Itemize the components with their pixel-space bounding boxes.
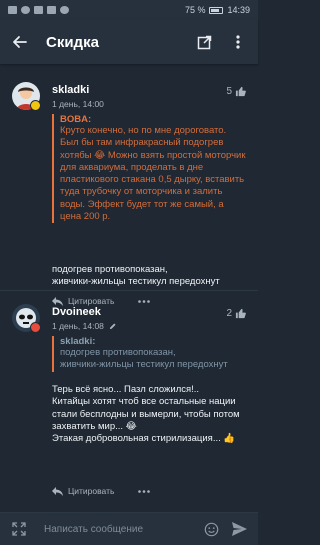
image-notification-icon	[34, 6, 43, 14]
like-count: 5	[226, 86, 232, 97]
more-horizontal-icon	[138, 299, 151, 303]
rank-badge-icon	[30, 100, 41, 111]
rank-badge-icon	[30, 322, 41, 333]
quote-button[interactable]: Цитировать	[52, 486, 114, 496]
thumbs-up-icon	[235, 308, 246, 319]
send-icon	[231, 522, 247, 536]
more-comment-actions-button[interactable]	[138, 486, 151, 496]
comment-actions: Цитировать	[52, 296, 151, 306]
open-external-button[interactable]	[192, 30, 216, 54]
app-notification-icon	[8, 6, 17, 14]
more-comment-actions-button[interactable]	[138, 296, 151, 306]
comment-time: 1 день, 14:08	[52, 321, 104, 331]
edited-icon	[110, 323, 116, 330]
more-horizontal-icon	[138, 489, 151, 493]
mail-notification-icon	[47, 6, 56, 14]
quote-button[interactable]: Цитировать	[52, 296, 114, 306]
reply-icon	[52, 486, 63, 496]
quote-block: BOBA: Круто конечно, но по мне дороговат…	[52, 114, 246, 224]
quote-block: skladki: подогрев противопоказан, живчик…	[52, 336, 246, 372]
quote-button-label: Цитировать	[68, 296, 115, 306]
tiktok-notification-icon	[21, 6, 30, 14]
status-bar: 75 % 14:39	[0, 0, 258, 20]
message-composer: Написать сообщение	[0, 512, 258, 545]
comment-body: подогрев противопоказан, живчики-жильцы …	[52, 264, 220, 288]
comment-meta: 1 день, 14:00	[52, 99, 104, 109]
message-input[interactable]: Написать сообщение	[44, 524, 202, 535]
quote-button-label: Цитировать	[68, 486, 115, 496]
more-vertical-icon	[236, 35, 240, 49]
thumbs-up-icon	[235, 86, 246, 97]
clock: 14:39	[227, 5, 250, 15]
status-bar-left-icons	[8, 6, 185, 14]
comment-actions: Цитировать	[52, 486, 151, 496]
page-title: Скидка	[46, 33, 99, 51]
status-bar-right: 75 % 14:39	[185, 5, 250, 15]
comment-meta: 1 день, 14:08	[52, 321, 116, 331]
expand-button[interactable]	[10, 520, 28, 538]
comment-author[interactable]: Dvoineek	[52, 306, 101, 318]
more-menu-button[interactable]	[226, 30, 250, 54]
dot-notification-icon	[60, 6, 69, 14]
app-bar: Скидка	[0, 20, 258, 64]
comment-time: 1 день, 14:00	[52, 99, 104, 109]
comment-author[interactable]: skladki	[52, 84, 89, 96]
divider	[0, 290, 258, 291]
battery-percent: 75 %	[184, 5, 206, 15]
comment-body: Терь всё ясно... Пазл сложился!.. Китайц…	[52, 384, 240, 445]
like-button[interactable]: 5	[226, 86, 246, 97]
send-button[interactable]	[230, 520, 248, 538]
quote-text: подогрев противопоказан, живчики-жильцы …	[60, 347, 228, 371]
open-external-icon	[197, 35, 211, 49]
quote-author: skladki:	[60, 336, 96, 347]
battery-icon	[209, 6, 224, 14]
reply-icon	[52, 296, 63, 306]
quote-text: Круто конечно, но по мне дороговато. Был…	[60, 125, 246, 223]
quote-author: BOBA:	[60, 114, 92, 125]
back-button[interactable]	[8, 30, 32, 54]
like-button[interactable]: 2	[226, 308, 246, 319]
like-count: 2	[226, 308, 232, 319]
emoji-icon	[204, 522, 218, 536]
arrow-left-icon	[13, 36, 27, 48]
expand-icon	[12, 522, 26, 536]
emoji-button[interactable]	[202, 520, 220, 538]
